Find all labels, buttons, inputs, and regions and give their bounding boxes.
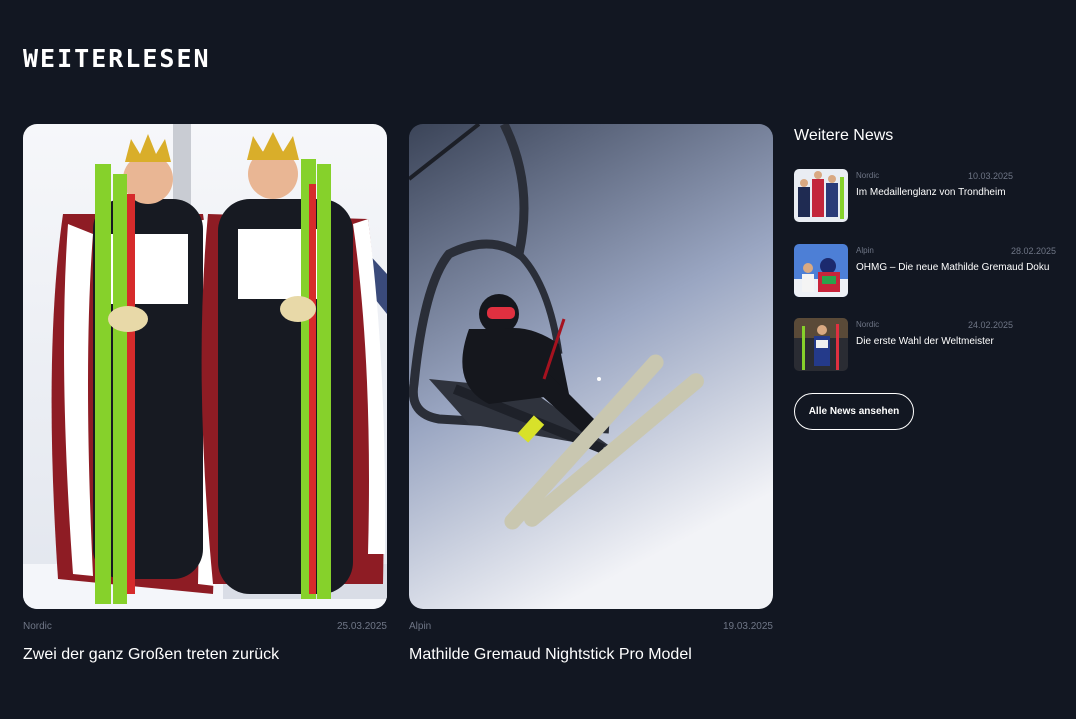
section-title: WEITERLESEN: [23, 44, 211, 73]
card-meta: Alpin 19.03.2025: [409, 621, 773, 632]
news-category: Alpin: [856, 246, 874, 255]
article-image-kings[interactable]: [23, 124, 387, 609]
news-list-item[interactable]: Nordic 10.03.2025 Im Medaillenglanz von …: [794, 169, 1056, 223]
news-title[interactable]: Im Medaillenglanz von Trondheim: [856, 187, 1006, 198]
chairlift-photo: [409, 124, 773, 609]
kings-photo: [23, 124, 387, 609]
card-title[interactable]: Zwei der ganz Großen treten zurück: [23, 646, 387, 664]
card-meta: Nordic 25.03.2025: [23, 621, 387, 632]
news-list-item[interactable]: Nordic 24.02.2025 Die erste Wahl der Wel…: [794, 318, 1056, 372]
news-category: Nordic: [856, 171, 880, 180]
news-date: 10.03.2025: [967, 171, 1013, 181]
card-date: 19.03.2025: [722, 621, 773, 632]
news-list-item[interactable]: Alpin 28.02.2025 OHMG – Die neue Mathild…: [794, 244, 1056, 298]
article-card[interactable]: Nordic 25.03.2025 Zwei der ganz Großen t…: [23, 124, 387, 664]
news-thumbnail: [794, 244, 848, 297]
sidebar-title: Weitere News: [794, 127, 894, 144]
news-title[interactable]: Die erste Wahl der Weltmeister: [856, 336, 994, 347]
card-date: 25.03.2025: [336, 621, 387, 632]
card-category: Alpin: [409, 621, 432, 632]
article-card[interactable]: Alpin 19.03.2025 Mathilde Gremaud Nights…: [409, 124, 773, 664]
news-thumbnail: [794, 169, 848, 222]
sidebar-more-news: Weitere News Nordic 10.03.2025 Im Medail…: [794, 124, 1056, 430]
all-news-button[interactable]: Alle News ansehen: [794, 393, 914, 430]
news-title[interactable]: OHMG – Die neue Mathilde Gremaud Doku: [856, 262, 1049, 273]
card-title[interactable]: Mathilde Gremaud Nightstick Pro Model: [409, 646, 773, 664]
card-category: Nordic: [23, 621, 52, 632]
page: WEITERLESEN Nordic 25.03.2025 Zwei der g…: [0, 0, 1076, 719]
news-thumbnail: [794, 318, 848, 371]
news-date: 24.02.2025: [967, 320, 1013, 330]
article-image-chairlift[interactable]: [409, 124, 773, 609]
news-category: Nordic: [856, 320, 880, 329]
news-date: 28.02.2025: [1010, 246, 1056, 256]
